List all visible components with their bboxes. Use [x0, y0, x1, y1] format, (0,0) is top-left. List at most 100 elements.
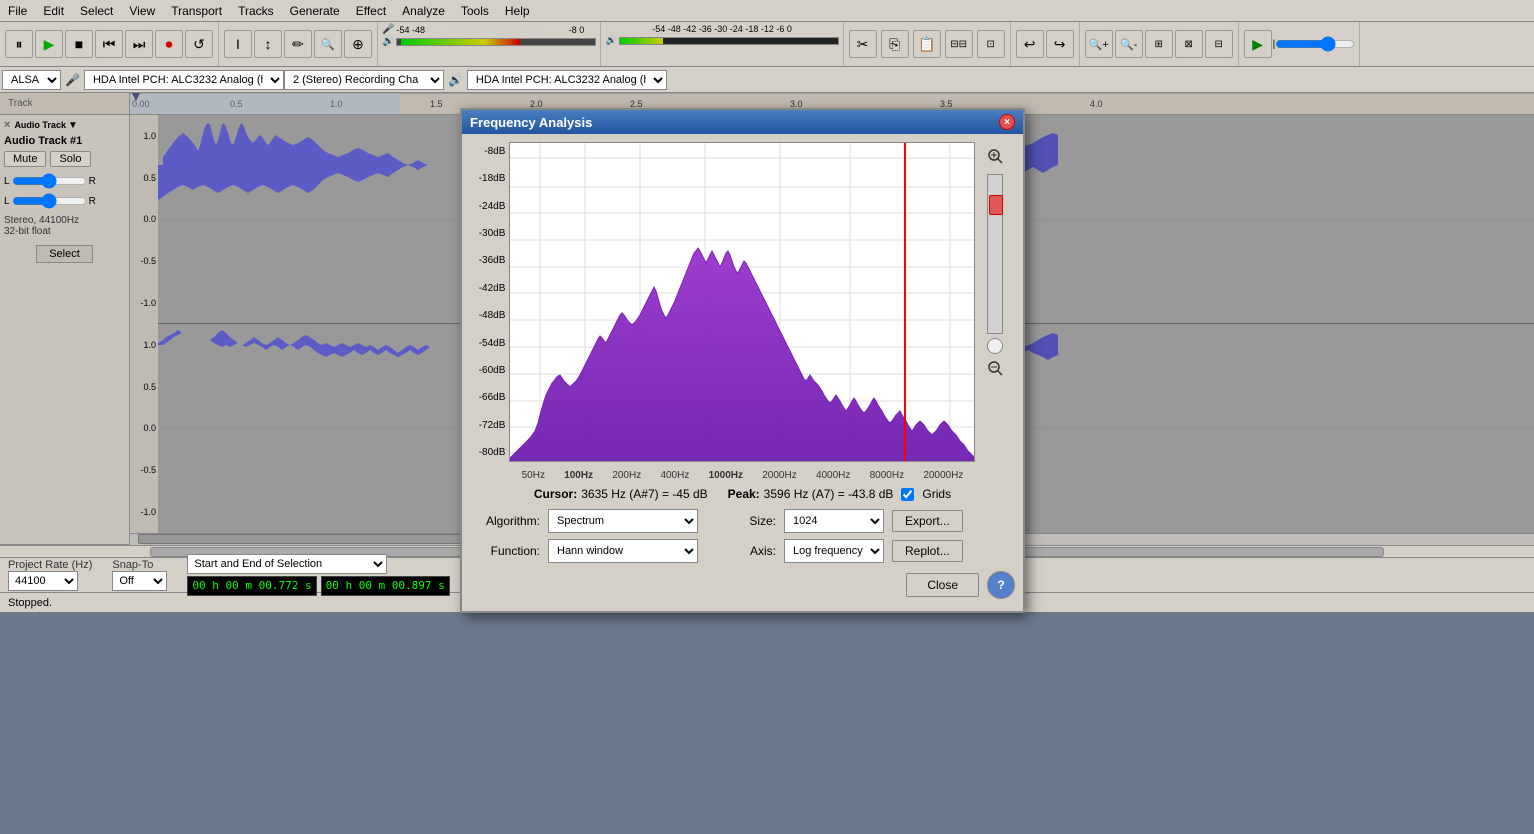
playback-vol-slider[interactable]: [1275, 36, 1355, 52]
grids-label: Grids: [922, 487, 951, 501]
zoom-fit-button[interactable]: ⊞: [1145, 30, 1173, 58]
undo-button[interactable]: ↩: [1016, 30, 1044, 58]
track-info: Stereo, 44100Hz 32-bit float: [4, 215, 125, 237]
frequency-analysis-dialog: Frequency Analysis × -8dB -18dB -24dB -3…: [460, 108, 1025, 613]
redo-button[interactable]: ↪: [1046, 30, 1074, 58]
y-label--36db: -36dB: [470, 255, 505, 266]
export-button[interactable]: Export...: [892, 510, 963, 532]
backend-select[interactable]: ALSA: [2, 70, 61, 90]
algorithm-select[interactable]: Spectrum: [548, 509, 698, 533]
zoom-magnifier-top[interactable]: [985, 146, 1005, 166]
solo-button[interactable]: Solo: [50, 151, 90, 167]
zoom-out-button[interactable]: 🔍-: [1115, 30, 1143, 58]
play-green[interactable]: ▶: [1244, 30, 1272, 58]
y-label-0.5-top: 0.5: [143, 173, 156, 183]
zoom-in-button[interactable]: 🔍+: [1085, 30, 1113, 58]
y-label--60db: -60dB: [470, 365, 505, 376]
skip-fwd-button[interactable]: ⏭: [125, 30, 153, 58]
stop-button[interactable]: ■: [65, 30, 93, 58]
menu-analyze[interactable]: Analyze: [394, 2, 453, 20]
close-button[interactable]: Close: [906, 573, 979, 597]
y-label--30db: -30dB: [470, 228, 505, 239]
play-button[interactable]: ▶: [35, 30, 63, 58]
track-dropdown-arrow[interactable]: ▼: [68, 120, 78, 131]
speaker-icon: 🔊: [382, 36, 394, 47]
pan-l-label: L: [4, 196, 10, 207]
pause-button[interactable]: ⏸: [5, 30, 33, 58]
input-device-select[interactable]: HDA Intel PCH: ALC3232 Analog (hw:1,0): [84, 70, 284, 90]
ibeam-tool[interactable]: I: [224, 30, 252, 58]
freq-dialog-titlebar[interactable]: Frequency Analysis ×: [462, 110, 1023, 134]
y-label--48db: -48dB: [470, 310, 505, 321]
function-select[interactable]: Hann window: [548, 539, 698, 563]
menu-edit[interactable]: Edit: [35, 2, 72, 20]
menu-file[interactable]: File: [0, 2, 35, 20]
size-select[interactable]: 1024: [784, 509, 884, 533]
freq-close-button[interactable]: ×: [999, 114, 1015, 130]
status-text: Stopped.: [8, 597, 52, 609]
x-label-50hz: 50Hz: [522, 470, 545, 481]
x-label-8000hz: 8000Hz: [870, 470, 904, 481]
multi-tool[interactable]: ↕: [254, 30, 282, 58]
menu-effect[interactable]: Effect: [348, 2, 394, 20]
zoom-toggle[interactable]: ⊟: [1205, 30, 1233, 58]
paste-button[interactable]: 📋: [913, 30, 941, 58]
track-close-btn[interactable]: ×: [4, 119, 10, 131]
snap-to-select[interactable]: Off: [112, 571, 167, 591]
pan-slider[interactable]: [12, 193, 87, 209]
y-label-0.0-top: 0.0: [143, 214, 156, 224]
zoom-magnifier-bottom[interactable]: [985, 358, 1005, 378]
edit-toolbar: ✂ ⎘ 📋 ⊟⊟ ⊡: [844, 22, 1011, 66]
menu-tools[interactable]: Tools: [453, 2, 497, 20]
mute-button[interactable]: Mute: [4, 151, 46, 167]
channels-select[interactable]: 2 (Stereo) Recording Cha: [284, 70, 444, 90]
mic-icon-device: 🎤: [65, 73, 80, 87]
trim-button[interactable]: ⊟⊟: [945, 30, 973, 58]
track-label: Track: [8, 98, 33, 109]
track-name-row: × Audio Track ▼: [4, 119, 125, 131]
menu-select[interactable]: Select: [72, 2, 121, 20]
freq-chart[interactable]: [509, 142, 975, 462]
smooth-tool[interactable]: ⊕: [344, 30, 372, 58]
snap-to-section: Snap-To Off: [112, 559, 167, 591]
selection-mode-select[interactable]: Start and End of Selection: [187, 554, 387, 574]
replot-button[interactable]: Replot...: [892, 540, 963, 562]
help-button[interactable]: ?: [987, 571, 1015, 599]
zoom-tool[interactable]: 🔍: [314, 30, 342, 58]
menu-help[interactable]: Help: [497, 2, 538, 20]
record-button[interactable]: ⏺: [155, 30, 183, 58]
skip-back-button[interactable]: ⏮: [95, 30, 123, 58]
freq-info-row: Cursor: 3635 Hz (A#7) = -45 dB Peak: 359…: [470, 487, 1015, 501]
menu-view[interactable]: View: [121, 2, 163, 20]
freq-zoom-circle[interactable]: [987, 338, 1003, 354]
zoom-controls: 🔍+ 🔍- ⊞ ⊠ ⊟: [1080, 22, 1239, 66]
output-meter-section: -54 -48 -42 -36 -30 -24 -18 -12 -6 0 🔊: [601, 22, 843, 66]
axis-select[interactable]: Log frequency: [784, 539, 884, 563]
freq-zoom-slider[interactable]: [987, 174, 1003, 334]
menu-generate[interactable]: Generate: [282, 2, 348, 20]
select-btn[interactable]: Select: [36, 245, 93, 263]
menu-tracks[interactable]: Tracks: [230, 2, 282, 20]
input-level-bar: [396, 37, 596, 47]
volume-slider[interactable]: [12, 173, 87, 189]
cut-button[interactable]: ✂: [849, 30, 877, 58]
selection-start-input[interactable]: 00 h 00 m 00.772 s: [187, 576, 316, 596]
freq-zoom-handle[interactable]: [989, 195, 1003, 215]
y-label--24db: -24dB: [470, 201, 505, 212]
loop-button[interactable]: ↺: [185, 30, 213, 58]
copy-button[interactable]: ⎘: [881, 30, 909, 58]
y-label--1.0-bot: -1.0: [140, 507, 156, 517]
x-label-20000hz: 20000Hz: [923, 470, 963, 481]
y-label-0.0-bot: 0.0: [143, 423, 156, 433]
output-device-select[interactable]: HDA Intel PCH: ALC3232 Analog (hw:1,0): [467, 70, 667, 90]
menu-transport[interactable]: Transport: [163, 2, 230, 20]
grids-checkbox[interactable]: [901, 488, 914, 501]
zoom-sel-button[interactable]: ⊠: [1175, 30, 1203, 58]
draw-tool[interactable]: ✏: [284, 30, 312, 58]
selection-end-input[interactable]: 00 h 00 m 00.897 s: [321, 576, 450, 596]
algorithm-row: Algorithm: Spectrum Size: 1024 Export...: [470, 509, 1015, 533]
silence-button[interactable]: ⊡: [977, 30, 1005, 58]
x-label-200hz: 200Hz: [612, 470, 641, 481]
y-label--0.5-bot: -0.5: [140, 465, 156, 475]
project-rate-select[interactable]: 44100: [8, 571, 78, 591]
